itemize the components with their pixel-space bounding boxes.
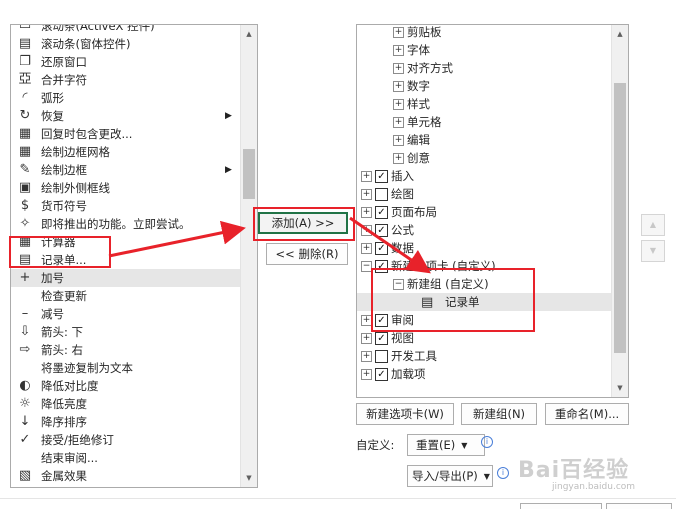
arrow-to-add-button (108, 220, 246, 258)
annotation-arrows (108, 216, 431, 274)
watermark-url: jingyan.baidu.com (552, 482, 636, 492)
watermark-logo: Bai百经验 (518, 458, 630, 483)
arrow-to-new-group (349, 216, 431, 274)
